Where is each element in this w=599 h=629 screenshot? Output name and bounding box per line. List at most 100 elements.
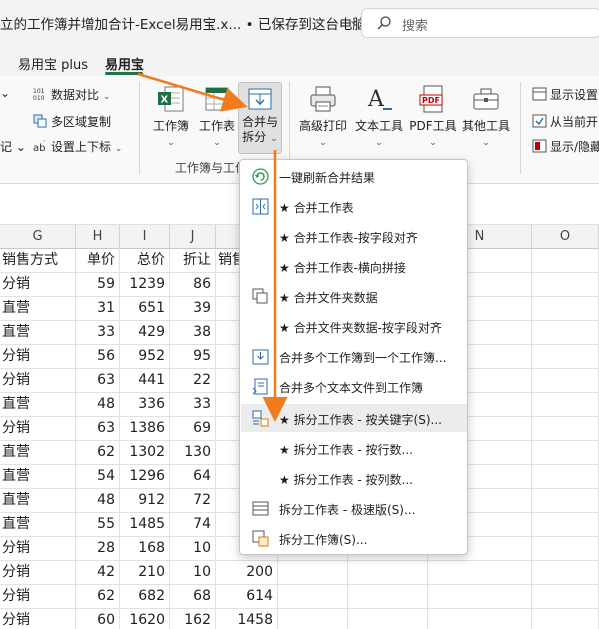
cell-discount[interactable]: 68 <box>170 585 216 609</box>
header-cell-sales-method[interactable]: 销售方式 <box>0 249 76 273</box>
empty-cell[interactable] <box>532 321 599 345</box>
cell-sales-method[interactable]: 直营 <box>0 441 76 465</box>
cell-total[interactable]: 210 <box>120 561 170 585</box>
empty-cell[interactable] <box>532 369 599 393</box>
cell-sales-method[interactable]: 直营 <box>0 465 76 489</box>
cell-sales-method[interactable]: 直营 <box>0 393 76 417</box>
column-header-h[interactable]: H <box>76 225 120 249</box>
empty-cell[interactable] <box>532 609 599 629</box>
cell-sales-method[interactable]: 直营 <box>0 489 76 513</box>
cell-unit-price[interactable]: 33 <box>76 321 120 345</box>
empty-cell[interactable] <box>428 585 532 609</box>
superscript-button[interactable]: ab ' 设置上下标 ⌄ <box>33 138 122 155</box>
cell-sales-method[interactable]: 直营 <box>0 513 76 537</box>
cell-total[interactable]: 441 <box>120 369 170 393</box>
cell-sales[interactable]: 1458 <box>216 609 278 629</box>
column-header-g[interactable]: G <box>0 225 76 249</box>
cell-discount[interactable]: 69 <box>170 417 216 441</box>
cell-discount[interactable]: 22 <box>170 369 216 393</box>
empty-cell[interactable] <box>532 441 599 465</box>
cell-sales-method[interactable]: 分销 <box>0 585 76 609</box>
empty-cell[interactable] <box>532 417 599 441</box>
cell-total[interactable]: 1296 <box>120 465 170 489</box>
empty-cell[interactable] <box>278 609 348 629</box>
cell-sales[interactable]: 200 <box>216 561 278 585</box>
show-hide-button[interactable]: 显示/隐藏 <box>532 138 599 155</box>
empty-cell[interactable] <box>532 249 599 273</box>
menu-item-refresh[interactable]: 一键刷新合并结果 <box>241 162 467 190</box>
search-box[interactable]: 搜索 <box>361 8 599 38</box>
empty-cell[interactable] <box>348 561 428 585</box>
column-header-o[interactable]: O <box>532 225 599 249</box>
header-cell-total[interactable]: 总价 <box>120 249 170 273</box>
cell-unit-price[interactable]: 63 <box>76 417 120 441</box>
menu-item-merge-workbooks[interactable]: 合并多个工作簿到一个工作簿... <box>241 342 467 370</box>
cell-total[interactable]: 912 <box>120 489 170 513</box>
search-input[interactable]: 搜索 <box>402 15 428 34</box>
display-settings-button[interactable]: 显示设置 <box>532 86 598 103</box>
cell-total[interactable]: 429 <box>120 321 170 345</box>
cell-unit-price[interactable]: 60 <box>76 609 120 629</box>
menu-item-split-workbook[interactable]: 拆分工作簿(S)... <box>241 524 467 552</box>
cell-discount[interactable]: 39 <box>170 297 216 321</box>
data-compare-button[interactable]: 101 010 数据对比 ⌄ <box>33 86 110 103</box>
empty-cell[interactable] <box>532 489 599 513</box>
cell-sales-method[interactable]: 分销 <box>0 561 76 585</box>
partial-dropdown[interactable]: ⌄ <box>0 86 10 100</box>
cell-total[interactable]: 682 <box>120 585 170 609</box>
cell-discount[interactable]: 72 <box>170 489 216 513</box>
cell-discount[interactable]: 33 <box>170 393 216 417</box>
cell-total[interactable]: 1302 <box>120 441 170 465</box>
cell-sales[interactable]: 614 <box>216 585 278 609</box>
workbook-button[interactable]: X 工作簿 ⌄ <box>148 84 194 148</box>
header-cell-unit-price[interactable]: 单价 <box>76 249 120 273</box>
empty-cell[interactable] <box>532 561 599 585</box>
cell-unit-price[interactable]: 62 <box>76 585 120 609</box>
cell-discount[interactable]: 162 <box>170 609 216 629</box>
cell-discount[interactable]: 130 <box>170 441 216 465</box>
cell-sales-method[interactable]: 分销 <box>0 345 76 369</box>
empty-cell[interactable] <box>348 609 428 629</box>
menu-item-merge-sheets[interactable]: ★ 合并工作表 <box>241 192 467 220</box>
cell-unit-price[interactable]: 48 <box>76 393 120 417</box>
cell-unit-price[interactable]: 62 <box>76 441 120 465</box>
column-header-j[interactable]: J <box>170 225 216 249</box>
cell-discount[interactable]: 64 <box>170 465 216 489</box>
empty-cell[interactable] <box>348 585 428 609</box>
tab-easy[interactable]: 易用宝 <box>105 54 144 73</box>
menu-item-split-by-rows[interactable]: ★ 拆分工作表 - 按行数... <box>241 434 467 462</box>
tab-easy-plus[interactable]: 易用宝 plus <box>18 54 88 73</box>
empty-cell[interactable] <box>532 513 599 537</box>
cell-total[interactable]: 952 <box>120 345 170 369</box>
cell-total[interactable]: 336 <box>120 393 170 417</box>
header-cell-discount[interactable]: 折让 <box>170 249 216 273</box>
merge-split-button[interactable]: 合并与 拆分 ⌄ <box>238 82 282 154</box>
cell-total[interactable]: 651 <box>120 297 170 321</box>
text-tool-button[interactable]: A 文本工具 ⌄ <box>352 84 406 148</box>
cell-discount[interactable]: 10 <box>170 561 216 585</box>
cell-sales-method[interactable]: 分销 <box>0 537 76 561</box>
cell-discount[interactable]: 10 <box>170 537 216 561</box>
menu-item-split-by-columns[interactable]: ★ 拆分工作表 - 按列数... <box>241 464 467 492</box>
cell-total[interactable]: 1620 <box>120 609 170 629</box>
empty-cell[interactable] <box>532 297 599 321</box>
cell-unit-price[interactable]: 63 <box>76 369 120 393</box>
empty-cell[interactable] <box>428 561 532 585</box>
cell-unit-price[interactable]: 54 <box>76 465 120 489</box>
partial-button[interactable]: 记 ⌄ <box>0 138 26 155</box>
empty-cell[interactable] <box>532 537 599 561</box>
empty-cell[interactable] <box>532 273 599 297</box>
cell-sales-method[interactable]: 分销 <box>0 609 76 629</box>
cell-unit-price[interactable]: 56 <box>76 345 120 369</box>
cell-unit-price[interactable]: 59 <box>76 273 120 297</box>
cell-sales-method[interactable]: 直营 <box>0 321 76 345</box>
cell-discount[interactable]: 95 <box>170 345 216 369</box>
empty-cell[interactable] <box>278 585 348 609</box>
cell-sales-method[interactable]: 分销 <box>0 369 76 393</box>
menu-item-split-fast[interactable]: 拆分工作表 - 极速版(S)... <box>241 494 467 522</box>
empty-cell[interactable] <box>532 465 599 489</box>
cell-total[interactable]: 1239 <box>120 273 170 297</box>
empty-cell[interactable] <box>532 345 599 369</box>
menu-item-split-by-keyword[interactable]: ★ 拆分工作表 - 按关键字(S)... <box>241 404 467 432</box>
cell-total[interactable]: 1386 <box>120 417 170 441</box>
